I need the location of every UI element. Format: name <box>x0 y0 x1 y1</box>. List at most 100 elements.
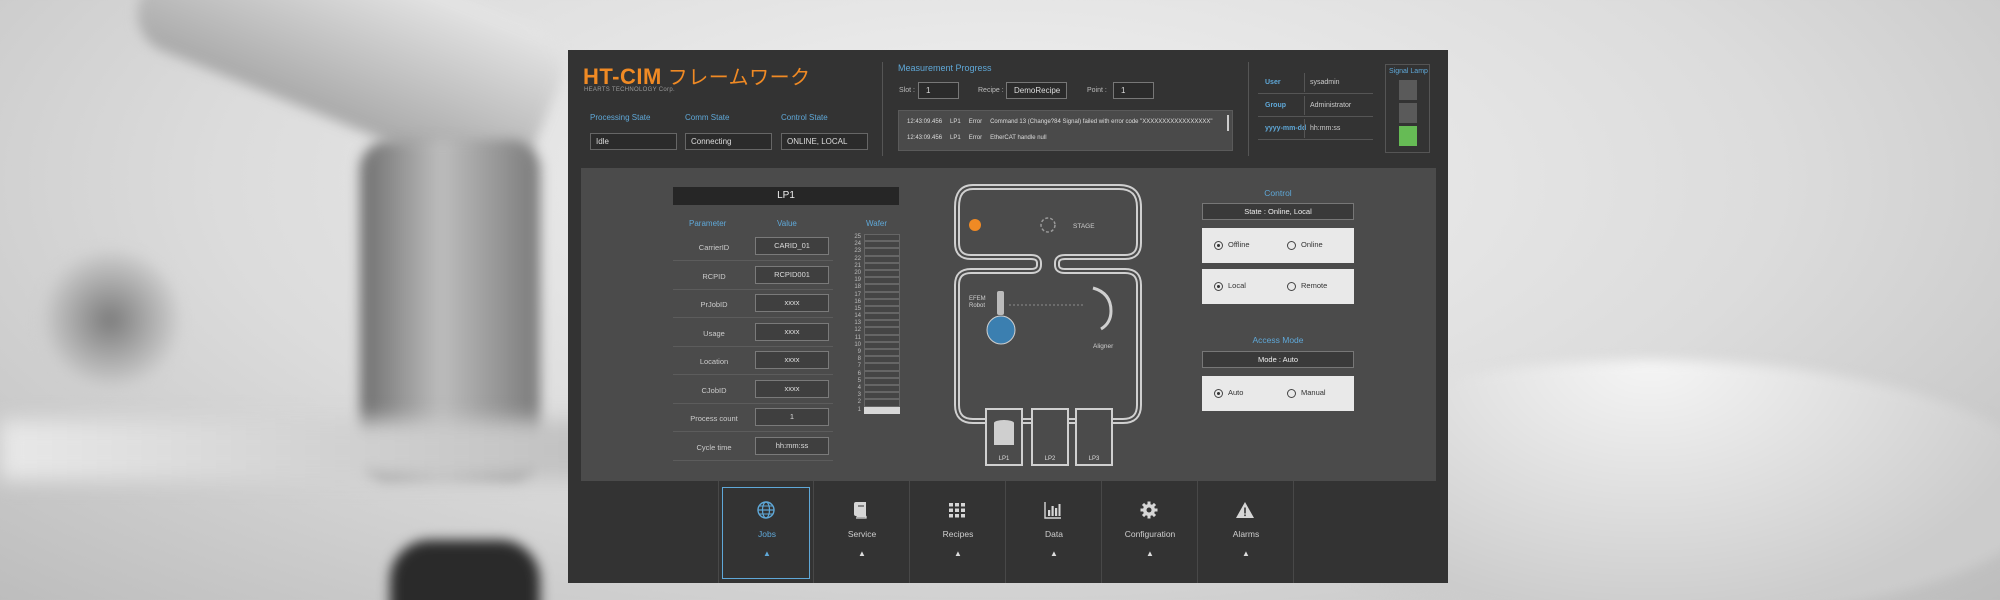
wafer-slot-number: 10 <box>854 341 861 348</box>
online-offline-group: Offline Online <box>1202 228 1354 263</box>
wafer-slot-number: 17 <box>854 291 861 298</box>
wafer-slot[interactable] <box>864 406 900 414</box>
point-field: 1 <box>1113 82 1154 99</box>
log-message: EtherCAT handle null <box>990 135 1047 141</box>
radio-dot <box>1214 281 1223 291</box>
wafer-column-header: Wafer <box>866 219 888 228</box>
parameter-name: Cycle time <box>696 442 732 452</box>
wafer-slot-number: 1 <box>857 406 861 413</box>
nav-jobs[interactable]: Jobs ▲ <box>718 481 814 583</box>
wafer-slot[interactable] <box>864 277 900 285</box>
wafer-map <box>864 234 900 414</box>
wafer-slot[interactable] <box>864 370 900 378</box>
parameter-row: Location xxxx <box>673 347 833 375</box>
nav-recipes[interactable]: Recipes ▲ <box>910 481 1006 583</box>
wafer-slot-number: 13 <box>854 320 861 327</box>
caret-up-icon: ▲ <box>1146 549 1154 558</box>
remote-radio[interactable]: Remote <box>1287 281 1327 291</box>
wafer-slot[interactable] <box>864 363 900 371</box>
user-info-row: yyyy-mm-dd hh:mm:ss <box>1258 117 1373 140</box>
user-info-key: Group <box>1265 102 1286 109</box>
nav-label: Data <box>1045 529 1063 539</box>
wafer-slot[interactable] <box>864 399 900 407</box>
wafer-slot-number: 2 <box>857 399 861 406</box>
wafer-slot[interactable] <box>864 313 900 321</box>
log-row: 12:43:09.456 LP1 Error EtherCAT handle null <box>907 135 1055 141</box>
offline-label: Offline <box>1228 240 1250 249</box>
access-mode-title: Access Mode <box>1252 335 1304 345</box>
wafer-slot[interactable] <box>864 269 900 278</box>
log-port: LP1 <box>950 119 961 125</box>
offline-radio[interactable]: Offline <box>1214 240 1250 250</box>
wafer-slot[interactable] <box>864 262 900 270</box>
user-info-key: yyyy-mm-dd <box>1265 125 1307 132</box>
user-info-row: User sysadmin <box>1258 71 1373 94</box>
logo: HT-CIM フレームワーク <box>583 61 811 90</box>
local-radio[interactable]: Local <box>1214 281 1246 291</box>
wafer-slot[interactable] <box>864 384 900 393</box>
wafer-slot-number: 9 <box>857 349 861 355</box>
wafer-slot[interactable] <box>864 248 900 256</box>
log-port: LP1 <box>950 135 961 141</box>
auto-radio[interactable]: Auto <box>1214 388 1243 398</box>
nav-configuration[interactable]: Configuration ▲ <box>1102 481 1198 583</box>
signal-lamp-yellow <box>1399 103 1417 123</box>
main-panel: LP1 Parameter Value Wafer CarrierID CARID… <box>581 168 1436 481</box>
wafer-slot[interactable] <box>864 291 900 299</box>
bottom-nav: Jobs ▲ Service ▲ Recipes ▲ Data ▲ Config… <box>568 481 1448 583</box>
wafer-slot[interactable] <box>864 377 900 385</box>
log-level: Error <box>968 119 983 125</box>
signal-lamp-green <box>1399 126 1417 146</box>
parameter-row: Usage xxxx <box>673 319 833 347</box>
slot-label: Slot : <box>899 87 915 94</box>
equipment-diagram: STAGE EFEM Robot Aligner LP1 LP2 LP3 <box>954 184 1142 466</box>
divider <box>1248 62 1249 156</box>
wafer-slot[interactable] <box>864 284 900 292</box>
wafer-slot[interactable] <box>864 334 900 342</box>
globe-icon <box>757 501 775 519</box>
radio-dot <box>1287 281 1296 291</box>
aligner-arc <box>1092 286 1113 331</box>
wafer-slot-number: 16 <box>854 298 861 305</box>
parameter-name: Usage <box>703 328 725 338</box>
event-log[interactable]: 12:43:09.456 LP1 Error Command 13 (Change?8… <box>898 110 1233 151</box>
log-scrollbar[interactable] <box>1227 115 1229 131</box>
wafer-slot[interactable] <box>864 298 900 306</box>
control-state-label: Control State <box>781 113 828 122</box>
parameter-name: CJobID <box>701 385 727 395</box>
user-info-value: hh:mm:ss <box>1310 125 1341 132</box>
wafer-slot[interactable] <box>864 234 900 242</box>
user-info-table: User sysadmin Group Administrator yyyy-mm-… <box>1258 71 1373 140</box>
wafer-slot[interactable] <box>864 349 900 357</box>
online-radio[interactable]: Online <box>1287 240 1323 250</box>
manual-radio[interactable]: Manual <box>1287 388 1326 398</box>
wafer-slot[interactable] <box>864 305 900 314</box>
wafer-slot[interactable] <box>864 320 900 328</box>
online-label: Online <box>1301 240 1323 249</box>
grid-icon <box>949 503 965 518</box>
wafer-slot-number: 14 <box>854 313 861 320</box>
nav-label: Configuration <box>1124 529 1176 539</box>
wafer-slot[interactable] <box>864 392 900 400</box>
wafer-slot-number: 11 <box>854 334 861 341</box>
radio-dot <box>1214 388 1223 398</box>
wafer-slot-number: 18 <box>854 284 861 291</box>
wafer-slot[interactable] <box>864 341 900 349</box>
nav-alarms[interactable]: Alarms ▲ <box>1198 481 1294 583</box>
wafer-slot[interactable] <box>864 327 900 335</box>
nav-data[interactable]: Data ▲ <box>1006 481 1102 583</box>
wafer-slot-number: 20 <box>854 269 861 276</box>
background-blur <box>40 250 180 390</box>
radio-dot <box>1214 240 1223 250</box>
parameter-value: xxxx <box>755 294 829 312</box>
wafer-slot[interactable] <box>864 255 900 263</box>
nav-label: Service <box>847 529 877 539</box>
wafer-slot[interactable] <box>864 241 900 249</box>
access-mode-group: Auto Manual <box>1202 376 1354 411</box>
divider <box>882 62 883 156</box>
comm-state-label: Comm State <box>685 113 730 122</box>
wafer-slot[interactable] <box>864 356 900 364</box>
nav-service[interactable]: Service ▲ <box>814 481 910 583</box>
robot-arm <box>997 291 1004 315</box>
wafer-slot-number: 5 <box>857 377 861 384</box>
